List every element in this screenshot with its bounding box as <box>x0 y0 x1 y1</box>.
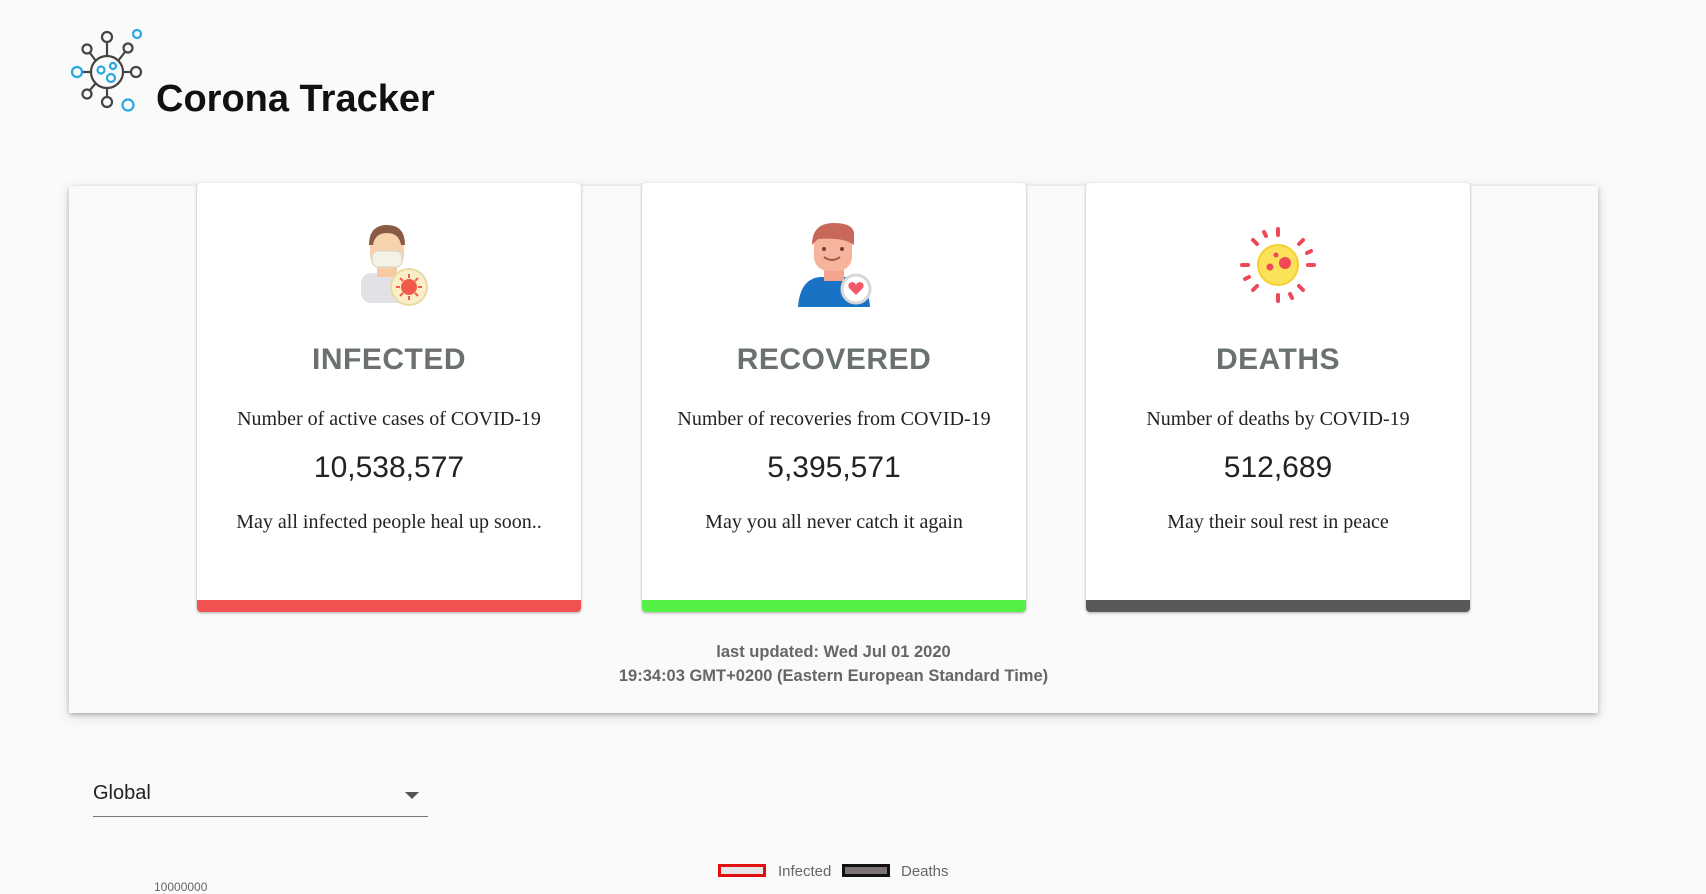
infected-count: 10,538,577 <box>313 451 465 484</box>
deaths-accent-bar <box>1086 600 1470 612</box>
last-updated-date: last updated: Wed Jul 01 2020 <box>716 643 951 661</box>
deaths-title: DEATHS <box>1215 343 1341 376</box>
stats-panel: INFECTED Number of active cases of COVID… <box>69 183 1598 713</box>
legend-label-infected: Infected <box>778 863 832 880</box>
infected-message: May all infected people heal up soon.. <box>236 511 542 533</box>
app-title: Corona Tracker <box>156 78 435 120</box>
deaths-count: 512,689 <box>1223 451 1333 484</box>
recovered-person-icon <box>798 223 872 307</box>
chart-y-tick: 10000000 <box>154 880 208 894</box>
country-select-value: Global <box>93 782 151 804</box>
last-updated-time: 19:34:03 GMT+0200 (Eastern European Stan… <box>618 667 1049 685</box>
virus-icon <box>70 28 143 112</box>
deaths-card: DEATHS Number of deaths by COVID-19 512,… <box>1086 183 1470 612</box>
legend-swatch-infected <box>718 864 766 877</box>
recovered-description: Number of recoveries from COVID-19 <box>677 408 991 430</box>
infected-description: Number of active cases of COVID-19 <box>237 408 541 430</box>
last-updated: last updated: Wed Jul 01 2020 19:34:03 G… <box>69 640 1598 688</box>
deaths-message: May their soul rest in peace <box>1167 511 1389 533</box>
virus-cell-icon <box>1240 227 1316 303</box>
dropdown-arrow-icon <box>405 792 419 799</box>
infected-card: INFECTED Number of active cases of COVID… <box>197 183 581 612</box>
recovered-title: RECOVERED <box>736 343 932 376</box>
masked-person-icon <box>361 225 428 306</box>
recovered-message: May you all never catch it again <box>705 511 963 533</box>
legend-label-deaths: Deaths <box>901 863 949 880</box>
country-select[interactable]: Global <box>93 776 428 817</box>
infected-title: INFECTED <box>312 343 466 376</box>
legend-swatch-deaths <box>842 864 890 877</box>
recovered-accent-bar <box>642 600 1026 612</box>
recovered-count: 5,395,571 <box>767 451 901 484</box>
recovered-card: RECOVERED Number of recoveries from COVI… <box>642 183 1026 612</box>
app-header: Corona Tracker <box>66 26 486 120</box>
infected-accent-bar <box>197 600 581 612</box>
deaths-description: Number of deaths by COVID-19 <box>1146 408 1410 430</box>
